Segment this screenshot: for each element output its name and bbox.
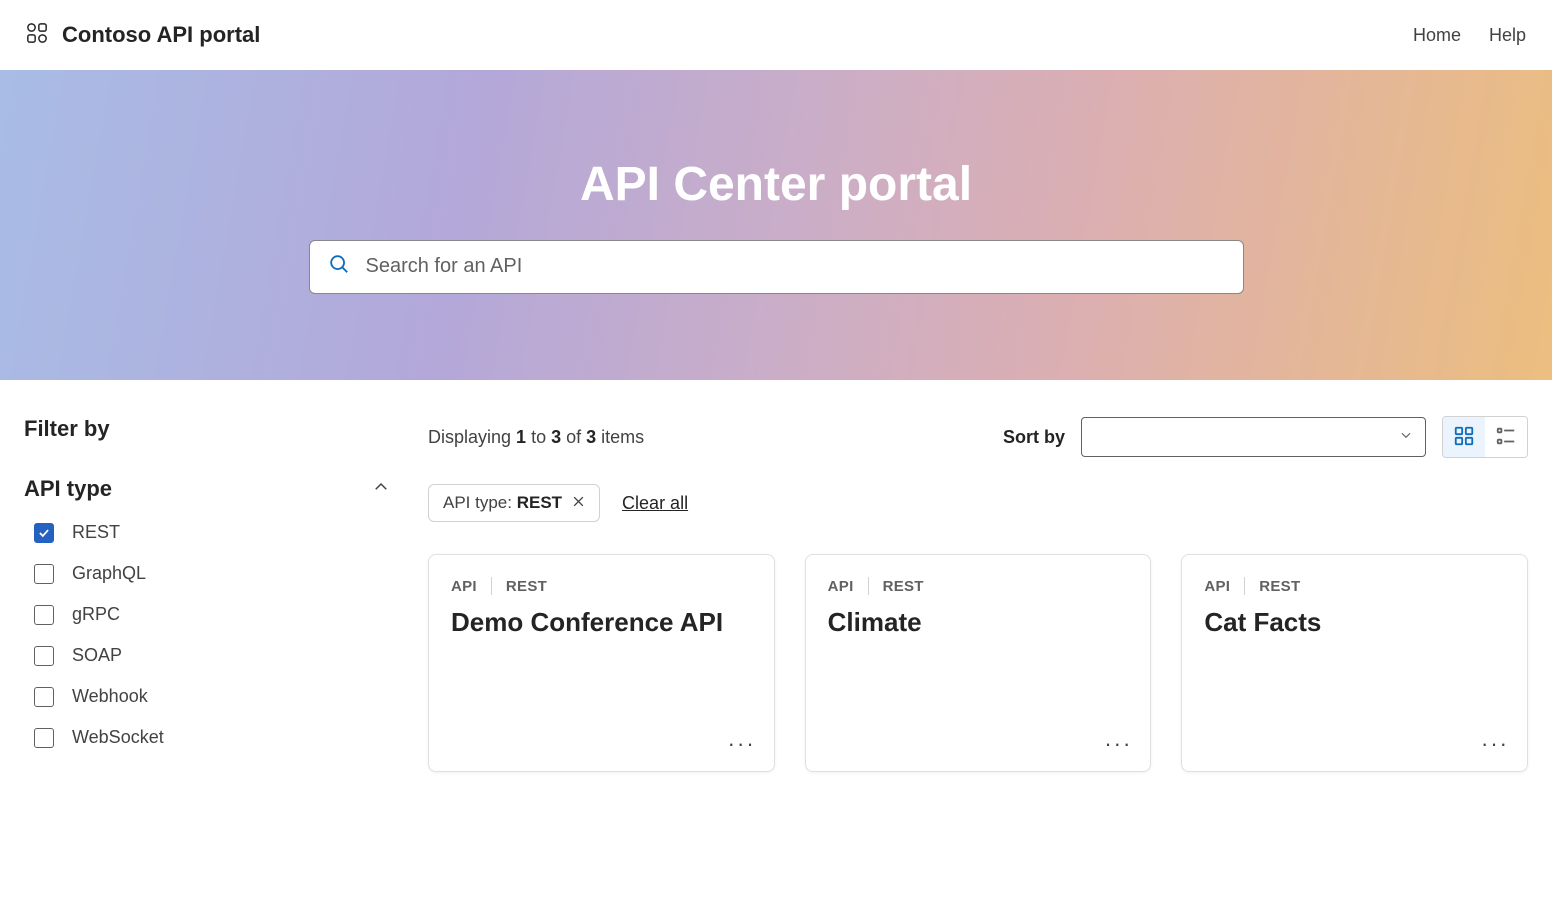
- search-icon: [328, 253, 350, 280]
- more-options-icon[interactable]: ···: [1481, 731, 1509, 757]
- badge-separator: [491, 577, 492, 595]
- api-card[interactable]: API REST Cat Facts ···: [1181, 554, 1528, 772]
- list-icon: [1495, 425, 1517, 450]
- nav-link-home[interactable]: Home: [1413, 25, 1461, 46]
- checkbox-icon: [34, 728, 54, 748]
- card-title: Cat Facts: [1204, 607, 1505, 638]
- filter-option-label: gRPC: [72, 604, 120, 625]
- badge-api: API: [828, 578, 854, 595]
- list-view-button[interactable]: [1485, 417, 1527, 457]
- more-options-icon[interactable]: ···: [728, 731, 756, 757]
- filter-option-websocket[interactable]: WebSocket: [34, 727, 390, 748]
- results-area: Displaying 1 to 3 of 3 items Sort by: [428, 416, 1528, 772]
- filter-option-label: REST: [72, 522, 120, 543]
- badge-type: REST: [883, 578, 924, 595]
- brand[interactable]: Contoso API portal: [26, 22, 260, 49]
- filter-group-title: API type: [24, 476, 112, 502]
- filter-option-label: GraphQL: [72, 563, 146, 584]
- badge-type: REST: [506, 578, 547, 595]
- card-title: Climate: [828, 607, 1129, 638]
- filter-option-rest[interactable]: REST: [34, 522, 390, 543]
- results-controls: Displaying 1 to 3 of 3 items Sort by: [428, 416, 1528, 458]
- filter-sidebar: Filter by API type REST GraphQL: [24, 416, 390, 772]
- grid-icon: [1453, 425, 1475, 450]
- filter-options: REST GraphQL gRPC SOAP Webhook: [24, 522, 390, 748]
- card-title: Demo Conference API: [451, 607, 752, 638]
- chevron-down-icon: [1399, 428, 1413, 447]
- api-card[interactable]: API REST Climate ···: [805, 554, 1152, 772]
- app-logo-icon: [26, 22, 48, 49]
- badge-type: REST: [1259, 578, 1300, 595]
- badge-separator: [1244, 577, 1245, 595]
- results-grid: API REST Demo Conference API ··· API RES…: [428, 554, 1528, 772]
- hero-banner: API Center portal: [0, 70, 1552, 380]
- card-badges: API REST: [451, 577, 752, 595]
- brand-text: Contoso API portal: [62, 22, 260, 48]
- badge-api: API: [451, 578, 477, 595]
- badge-separator: [868, 577, 869, 595]
- checkbox-checked-icon: [34, 523, 54, 543]
- filter-option-label: SOAP: [72, 645, 122, 666]
- chevron-up-icon: [372, 478, 390, 501]
- api-card[interactable]: API REST Demo Conference API ···: [428, 554, 775, 772]
- filter-option-label: Webhook: [72, 686, 148, 707]
- nav-link-help[interactable]: Help: [1489, 25, 1526, 46]
- sort-select[interactable]: [1081, 417, 1426, 457]
- clear-all-filters[interactable]: Clear all: [622, 493, 688, 514]
- grid-view-button[interactable]: [1443, 417, 1485, 457]
- filter-option-label: WebSocket: [72, 727, 164, 748]
- badge-api: API: [1204, 578, 1230, 595]
- checkbox-icon: [34, 646, 54, 666]
- card-badges: API REST: [1204, 577, 1505, 595]
- filter-option-soap[interactable]: SOAP: [34, 645, 390, 666]
- view-toggle: [1442, 416, 1528, 458]
- card-badges: API REST: [828, 577, 1129, 595]
- top-nav: Contoso API portal Home Help: [0, 0, 1552, 70]
- filter-option-graphql[interactable]: GraphQL: [34, 563, 390, 584]
- filter-option-grpc[interactable]: gRPC: [34, 604, 390, 625]
- nav-links: Home Help: [1413, 25, 1526, 46]
- results-count: Displaying 1 to 3 of 3 items: [428, 427, 644, 448]
- checkbox-icon: [34, 564, 54, 584]
- active-filter-chips: API type: REST Clear all: [428, 484, 1528, 522]
- hero-title: API Center portal: [580, 157, 972, 212]
- filter-chip-api-type-rest[interactable]: API type: REST: [428, 484, 600, 522]
- search-input[interactable]: [366, 255, 1225, 278]
- filter-group-header[interactable]: API type: [24, 476, 390, 502]
- checkbox-icon: [34, 687, 54, 707]
- filter-option-webhook[interactable]: Webhook: [34, 686, 390, 707]
- filter-group-api-type: API type REST GraphQL gRP: [24, 476, 390, 748]
- filter-by-heading: Filter by: [24, 416, 390, 442]
- search-box[interactable]: [309, 240, 1244, 294]
- more-options-icon[interactable]: ···: [1104, 731, 1132, 757]
- checkbox-icon: [34, 605, 54, 625]
- sort-by-label: Sort by: [1003, 427, 1065, 448]
- close-icon[interactable]: [572, 493, 585, 513]
